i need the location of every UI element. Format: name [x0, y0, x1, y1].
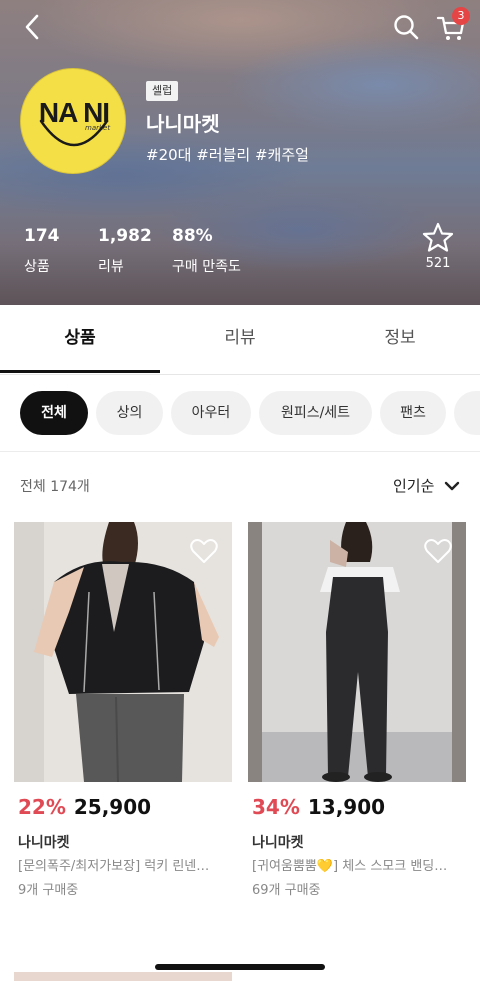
chip-tops[interactable]: 상의 [96, 391, 163, 435]
stat-products[interactable]: 174 상품 [24, 226, 60, 276]
price-row: 34% 13,900 [252, 795, 385, 819]
price-row: 22% 25,900 [18, 795, 151, 819]
product-count: 전체 174개 [20, 479, 90, 495]
home-indicator[interactable] [155, 964, 325, 970]
tab-bar: 상품 리뷰 정보 [0, 305, 480, 375]
stat-value: 174 [24, 226, 60, 246]
next-product-image-peek[interactable] [14, 972, 232, 981]
active-tab-indicator [0, 370, 160, 373]
seller-name: 나니마켓 [252, 835, 304, 851]
sort-dropdown[interactable]: 인기순 [393, 475, 434, 496]
celeb-badge: 셀럽 [146, 81, 179, 101]
price: 13,900 [307, 795, 386, 819]
tab-info[interactable]: 정보 [320, 305, 480, 375]
discount-rate: 22% [18, 795, 66, 819]
favorite-button[interactable] [420, 222, 456, 256]
heart-outline-icon[interactable] [190, 538, 218, 564]
chevron-down-icon[interactable] [444, 478, 460, 494]
stat-value: 88% [172, 226, 213, 246]
heart-outline-icon[interactable] [424, 538, 452, 564]
stat-reviews[interactable]: 1,982 리뷰 [98, 226, 152, 276]
smile-graphic [39, 119, 109, 147]
discount-rate: 34% [252, 795, 300, 819]
chip-pants[interactable]: 팬츠 [380, 391, 446, 435]
shop-tags: #20대 #러블리 #캐주얼 [146, 146, 309, 164]
category-chips: 전체 상의 아우터 원피스/세트 팬츠 [0, 374, 480, 452]
chip-dress-set[interactable]: 원피스/세트 [259, 391, 372, 435]
shop-logo: NA NI market [20, 68, 126, 174]
product-image[interactable] [14, 522, 232, 782]
stat-label: 구매 만족도 [172, 259, 241, 275]
tab-products[interactable]: 상품 [0, 305, 160, 375]
chip-outer[interactable]: 아우터 [171, 391, 251, 435]
price: 25,900 [73, 795, 152, 819]
favorite-count: 521 [425, 256, 451, 271]
buyer-count: 69개 구매중 [252, 883, 321, 898]
product-title[interactable]: [문의폭주/최저가보장] 럭키 린넨… [18, 855, 232, 874]
stat-label: 상품 [24, 259, 50, 275]
product-image[interactable] [248, 522, 466, 782]
chevron-left-icon[interactable] [18, 12, 46, 42]
seller-name: 나니마켓 [18, 835, 70, 851]
chip-more[interactable] [454, 391, 480, 435]
search-icon[interactable] [392, 12, 420, 42]
product-title[interactable]: [귀여움뿜뿜💛] 체스 스모크 밴딩… [252, 855, 466, 874]
stat-value: 1,982 [98, 226, 152, 246]
star-outline-icon [422, 222, 454, 252]
stat-label: 리뷰 [98, 259, 124, 275]
buyer-count: 9개 구매중 [18, 883, 79, 898]
tab-reviews[interactable]: 리뷰 [160, 305, 320, 375]
shop-header: 3 NA NI market 셀럽 나니마켓 #20대 #러블리 #캐주얼 17… [0, 0, 480, 305]
shop-name: 나니마켓 [146, 112, 220, 136]
stat-satisfaction: 88% 구매 만족도 [172, 226, 241, 276]
cart-count-badge: 3 [452, 7, 470, 25]
chip-all[interactable]: 전체 [20, 391, 88, 435]
